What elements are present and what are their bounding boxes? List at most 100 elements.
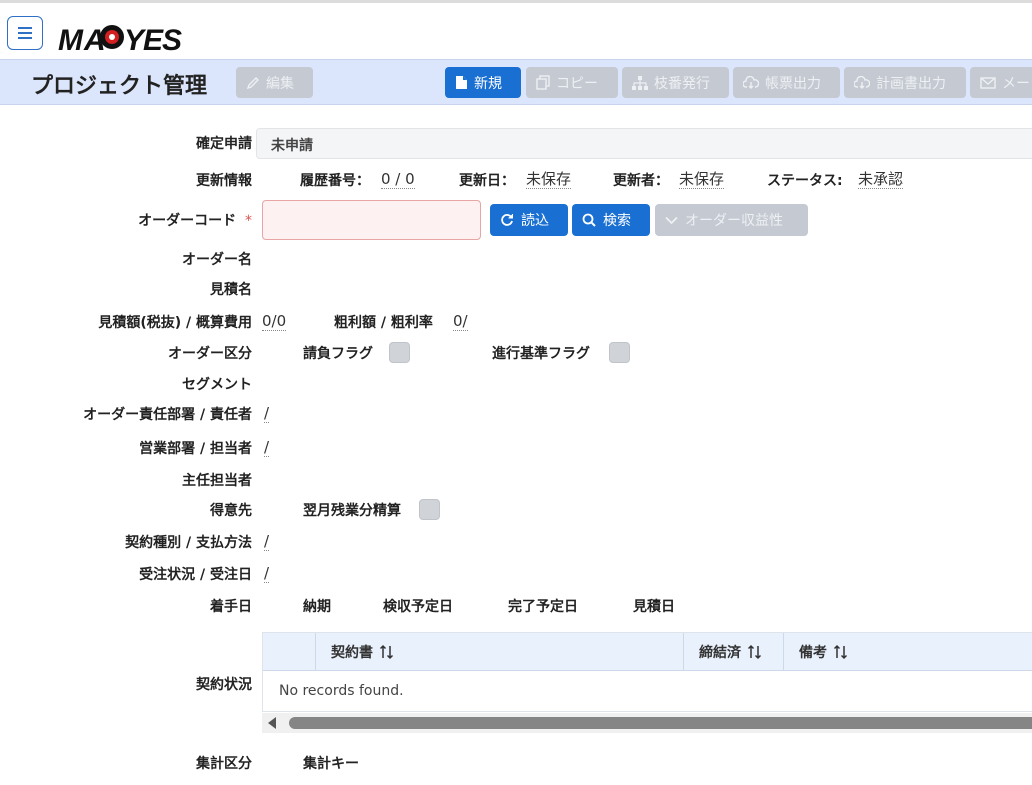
column-label: 備考 [799,645,827,661]
rireki-value: 0 / 0 [381,170,415,189]
ukeoi-flag-label: 請負フラグ [303,346,373,362]
order-code-label-text: オーダーコード [138,213,237,229]
kenshu-label: 検収予定日 [383,599,453,615]
search-button[interactable]: 検索 [572,204,650,236]
koushin-label: 更新情報 [196,173,252,189]
contract-table: 契約書 締結済 備考 No records found. [262,632,1032,712]
status-value: 未承認 [858,170,904,189]
tokuisaki-label: 得意先 [210,503,252,519]
juchu-label: 受注状況 / 受注日 [139,567,252,583]
column-header-contract[interactable]: 契約書 [315,633,683,671]
page-header: プロジェクト管理 編集 新規 コピー 枝番発行 帳票出力 計画書出力 メー [0,59,1032,105]
new-button[interactable]: 新規 [445,67,521,98]
ukeoi-flag-checkbox[interactable] [389,342,410,363]
zangyo-checkbox[interactable] [419,499,440,520]
read-button[interactable]: 読込 [490,204,568,236]
shukei-key-label: 集計キー [303,756,359,772]
keiyaku-jokyo-label: 契約状況 [196,677,252,693]
updater-label: 更新者： [613,173,669,189]
branch-issue-label: 枝番発行 [654,75,710,92]
file-icon [456,76,467,89]
eigyo-value: / [264,438,270,457]
maeyes-logo: M A YES [58,24,183,55]
nouki-label: 納期 [303,599,331,615]
scroll-thumb[interactable] [289,717,1032,729]
order-profit-label: オーダー収益性 [685,213,783,229]
cloud-download-icon [743,76,759,89]
rireki-label: 履歴番号： [300,173,370,189]
svg-text:YES: YES [124,24,182,55]
menu-button[interactable] [7,16,43,50]
shinko-flag-checkbox[interactable] [609,342,630,363]
gross-profit-label: 粗利額 / 粗利率 [334,315,433,331]
plan-output-label: 計画書出力 [876,75,946,92]
shukei-label: 集計区分 [196,756,252,772]
order-profit-button[interactable]: オーダー収益性 [655,204,808,236]
svg-text:M: M [58,24,84,55]
copy-button[interactable]: コピー [526,67,618,98]
hamburger-icon [18,27,32,39]
segment-label: セグメント [182,377,252,393]
cloud-download-icon [854,76,870,89]
search-label: 検索 [603,213,631,229]
edit-label: 編集 [266,75,294,92]
pencil-icon [246,76,259,89]
mail-button[interactable]: メー [970,67,1032,98]
edit-button[interactable]: 編集 [236,67,313,98]
update-date-label: 更新日： [459,173,515,189]
column-header-notes[interactable]: 備考 [783,633,1032,671]
copy-icon [536,75,550,90]
shunin-label: 主任担当者 [182,473,252,489]
kakutei-status-field: 未申請 [256,128,1032,159]
zangyo-label: 翌月残業分精算 [303,503,401,519]
sekinin-label: オーダー責任部署 / 責任者 [83,407,252,423]
branch-issue-button[interactable]: 枝番発行 [622,67,729,98]
order-code-label: オーダーコード * [138,210,252,230]
refresh-icon [501,214,513,226]
mitsumori-date-label: 見積日 [633,599,675,615]
copy-label: コピー [556,75,598,92]
sort-icon [379,644,394,660]
order-kubun-label: オーダー区分 [168,346,252,362]
horizontal-scrollbar[interactable] [262,713,1032,733]
report-output-label: 帳票出力 [765,75,821,92]
sitemap-icon [632,75,648,90]
page-title: プロジェクト管理 [31,74,208,99]
chakushu-label: 着手日 [210,599,252,615]
column-label: 締結済 [699,645,741,661]
sort-icon [833,644,848,660]
new-label: 新規 [474,75,502,92]
column-header-signed[interactable]: 締結済 [683,633,783,671]
status-label: ステータス: [767,173,843,189]
top-bar: M A YES [0,3,1032,59]
gross-profit-value: 0/ [453,312,468,331]
keiyaku-label: 契約種別 / 支払方法 [125,535,252,551]
empty-message: No records found. [279,683,404,699]
kanryo-label: 完了予定日 [508,599,578,615]
eigyo-label: 営業部署 / 担当者 [139,441,252,457]
table-header: 契約書 締結済 備考 [263,633,1032,671]
update-date-value: 未保存 [526,170,572,189]
column-label: 契約書 [331,645,373,661]
juchu-value: / [264,564,270,583]
keiyaku-value: / [264,532,270,551]
updater-value: 未保存 [679,170,725,189]
chevron-down-icon [665,216,678,224]
read-label: 読込 [521,213,549,229]
amount-label: 見積額(税抜) / 概算費用 [98,315,252,331]
mitsumori-name-label: 見積名 [210,282,252,298]
order-code-input[interactable] [262,200,481,240]
sort-icon [747,644,762,660]
report-output-button[interactable]: 帳票出力 [733,67,840,98]
mail-label: メー [1002,75,1030,92]
amount-value: 0/0 [262,312,287,331]
envelope-icon [980,76,996,89]
sekinin-value: / [264,404,270,423]
shinko-flag-label: 進行基準フラグ [492,346,590,362]
required-mark: * [245,213,252,229]
order-name-label: オーダー名 [182,252,252,268]
scroll-left-icon[interactable] [268,717,276,729]
plan-output-button[interactable]: 計画書出力 [844,67,966,98]
kakutei-label: 確定申請 [196,136,252,152]
search-icon [582,213,596,227]
